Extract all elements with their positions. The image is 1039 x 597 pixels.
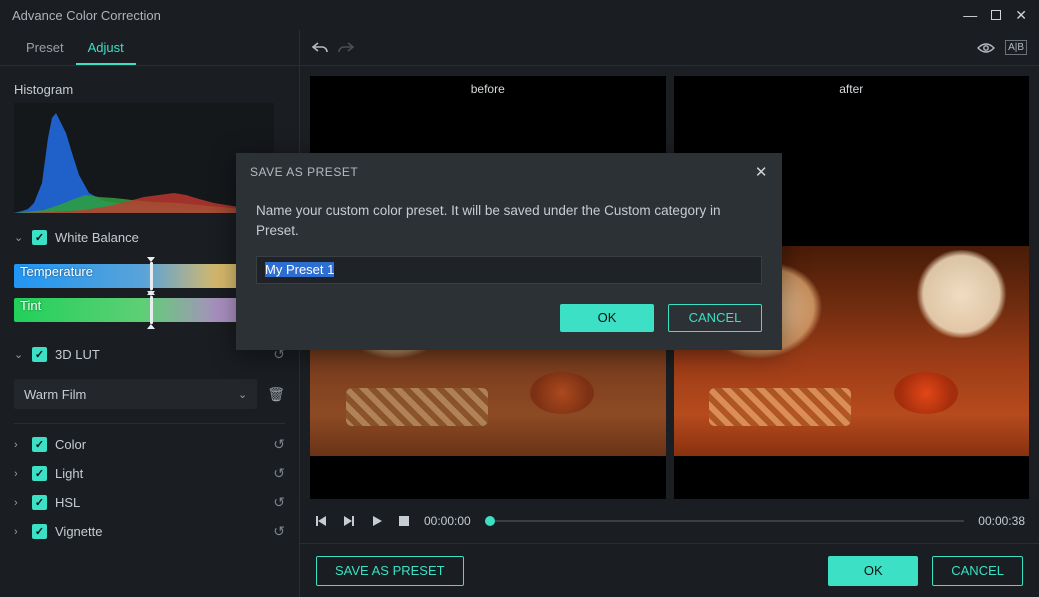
hsl-label: HSL xyxy=(55,495,265,510)
dialog-message: Name your custom color preset. It will b… xyxy=(256,201,762,242)
divider xyxy=(14,423,285,424)
temperature-thumb[interactable] xyxy=(150,262,153,290)
bottom-bar: SAVE AS PRESET OK CANCEL xyxy=(300,543,1039,597)
section-color[interactable]: › ✓ Color ↺ xyxy=(14,430,285,459)
checkbox-3d-lut[interactable]: ✓ xyxy=(32,347,47,362)
preset-name-input[interactable] xyxy=(256,256,762,284)
section-vignette[interactable]: › ✓ Vignette ↺ xyxy=(14,517,285,546)
save-as-preset-button[interactable]: SAVE AS PRESET xyxy=(316,556,464,586)
chevron-right-icon: › xyxy=(14,468,24,480)
chevron-right-icon: › xyxy=(14,526,24,538)
delete-lut-icon[interactable]: 🗑 xyxy=(267,386,285,403)
histogram-chart xyxy=(14,103,274,213)
lut-select[interactable]: Warm Film ⌄ xyxy=(14,379,257,409)
eye-icon[interactable] xyxy=(977,42,995,54)
cancel-button[interactable]: CANCEL xyxy=(932,556,1023,586)
dialog-cancel-button[interactable]: CANCEL xyxy=(668,304,762,332)
next-frame-button[interactable] xyxy=(342,514,356,528)
tab-adjust[interactable]: Adjust xyxy=(76,30,136,65)
chevron-right-icon: › xyxy=(14,439,24,451)
timeline-playhead[interactable] xyxy=(485,516,495,526)
reset-light-icon[interactable]: ↺ xyxy=(273,465,285,482)
tab-preset[interactable]: Preset xyxy=(14,30,76,65)
play-button[interactable] xyxy=(370,514,384,528)
save-preset-dialog: SAVE AS PRESET ✕ Name your custom color … xyxy=(236,153,782,350)
chevron-down-icon: ⌄ xyxy=(14,231,24,244)
lut-selected-value: Warm Film xyxy=(24,387,86,402)
reset-color-icon[interactable]: ↺ xyxy=(273,436,285,453)
chevron-down-icon: ⌄ xyxy=(14,348,24,361)
dialog-close-icon[interactable]: ✕ xyxy=(755,163,768,181)
checkbox-light[interactable]: ✓ xyxy=(32,466,47,481)
checkbox-color[interactable]: ✓ xyxy=(32,437,47,452)
tint-thumb[interactable] xyxy=(150,296,153,324)
reset-vignette-icon[interactable]: ↺ xyxy=(273,523,285,540)
white-balance-label: White Balance xyxy=(55,230,265,245)
checkbox-hsl[interactable]: ✓ xyxy=(32,495,47,510)
ab-compare-icon[interactable]: A|B xyxy=(1005,40,1027,55)
titlebar: Advance Color Correction — ✕ xyxy=(0,0,1039,30)
light-label: Light xyxy=(55,466,265,481)
checkbox-vignette[interactable]: ✓ xyxy=(32,524,47,539)
sidebar-tabs: Preset Adjust xyxy=(0,30,299,66)
histogram-header: Histogram xyxy=(14,82,285,97)
minimize-button[interactable]: — xyxy=(963,8,977,22)
redo-icon[interactable] xyxy=(338,41,354,55)
section-light[interactable]: › ✓ Light ↺ xyxy=(14,459,285,488)
content-toolbar: A|B xyxy=(300,30,1039,66)
checkbox-white-balance[interactable]: ✓ xyxy=(32,230,47,245)
tint-label: Tint xyxy=(20,298,41,313)
vignette-label: Vignette xyxy=(55,524,265,539)
chevron-right-icon: › xyxy=(14,497,24,509)
dialog-ok-button[interactable]: OK xyxy=(560,304,654,332)
close-window-button[interactable]: ✕ xyxy=(1015,8,1027,22)
reset-hsl-icon[interactable]: ↺ xyxy=(273,494,285,511)
before-label: before xyxy=(310,76,666,102)
color-label: Color xyxy=(55,437,265,452)
duration: 00:00:38 xyxy=(978,514,1025,528)
timeline-track[interactable] xyxy=(485,520,965,522)
ok-button[interactable]: OK xyxy=(828,556,918,586)
undo-icon[interactable] xyxy=(312,41,328,55)
after-label: after xyxy=(674,76,1030,102)
current-time: 00:00:00 xyxy=(424,514,471,528)
prev-frame-button[interactable] xyxy=(314,514,328,528)
stop-button[interactable] xyxy=(398,515,410,527)
lut-label: 3D LUT xyxy=(55,347,265,362)
dialog-title: SAVE AS PRESET xyxy=(250,165,358,179)
window-title: Advance Color Correction xyxy=(12,8,963,23)
temperature-label: Temperature xyxy=(20,264,93,279)
maximize-button[interactable] xyxy=(991,10,1001,20)
section-hsl[interactable]: › ✓ HSL ↺ xyxy=(14,488,285,517)
playback-bar: 00:00:00 00:00:38 xyxy=(300,499,1039,543)
chevron-down-icon: ⌄ xyxy=(238,388,247,401)
